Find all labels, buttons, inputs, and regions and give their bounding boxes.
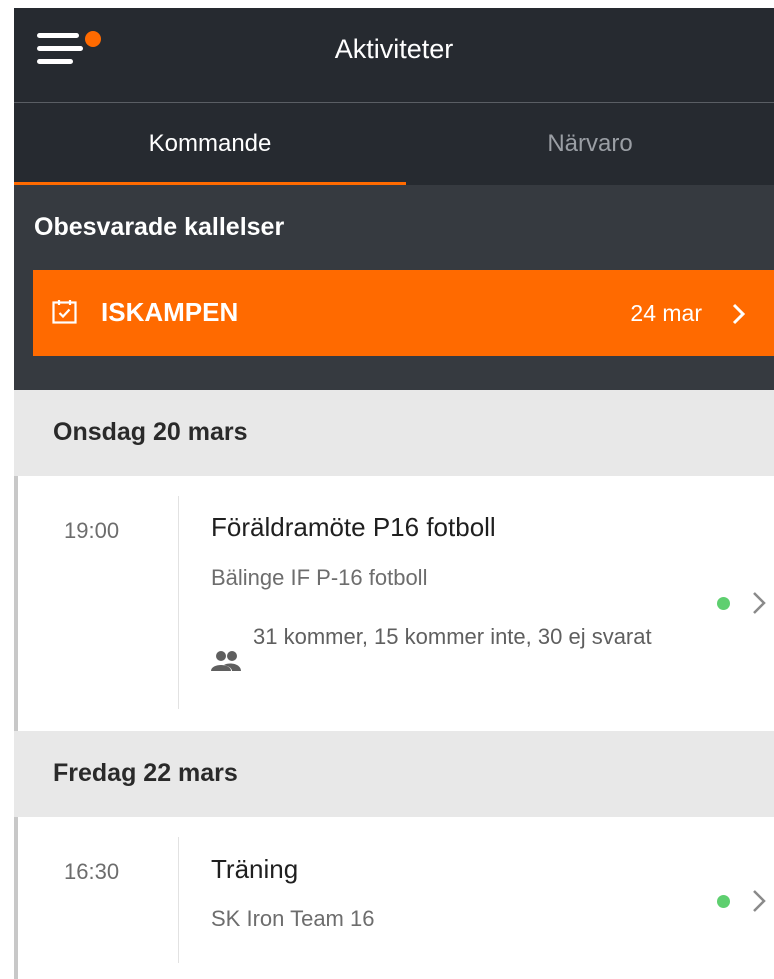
day-header: Fredag 22 mars: [14, 731, 774, 817]
event-row[interactable]: 16:30 Träning SK Iron Team 16: [14, 817, 774, 979]
event-time: 16:30: [64, 859, 120, 884]
invitation-card[interactable]: ISKAMPEN 24 mar: [33, 270, 774, 356]
status-dot: [717, 597, 730, 610]
event-divider: [178, 837, 179, 963]
invitation-date: 24 mar: [630, 300, 702, 326]
event-title: Föräldramöte P16 fotboll: [211, 512, 496, 542]
event-divider: [178, 496, 179, 709]
event-time: 19:00: [64, 518, 120, 543]
attendance-summary: 31 kommer, 15 kommer inte, 30 ej svarat: [253, 624, 652, 649]
event-team: Bälinge IF P-16 fotboll: [211, 565, 428, 590]
unanswered-invitations-section: Obesvarade kallelser ISKAMPEN 24 mar: [14, 185, 774, 390]
event-left-border: [14, 476, 18, 731]
chevron-right-icon: [753, 890, 766, 912]
tab-kommande[interactable]: Kommande: [14, 103, 406, 185]
tab-label: Närvaro: [547, 130, 633, 157]
tab-label: Kommande: [148, 130, 272, 157]
tab-narvaro[interactable]: Närvaro: [406, 103, 774, 185]
app-screen: Aktiviteter Kommande Närvaro Obesvarade …: [0, 0, 774, 979]
people-icon: [211, 651, 241, 671]
event-left-border: [14, 817, 18, 979]
tab-bar: Kommande Närvaro: [14, 103, 774, 185]
day-label: Onsdag 20 mars: [53, 418, 248, 446]
day-label: Fredag 22 mars: [53, 759, 238, 787]
section-title: Obesvarade kallelser: [34, 213, 285, 241]
calendar-check-icon: [52, 300, 77, 324]
invitation-title: ISKAMPEN: [101, 297, 239, 327]
page-title: Aktiviteter: [334, 34, 454, 64]
event-title: Träning: [211, 854, 299, 884]
day-header: Onsdag 20 mars: [14, 390, 774, 476]
chevron-right-icon: [753, 592, 766, 614]
status-dot: [717, 895, 730, 908]
event-team: SK Iron Team 16: [211, 906, 375, 931]
event-row[interactable]: 19:00 Föräldramöte P16 fotboll Bälinge I…: [14, 476, 774, 731]
chevron-right-icon: [732, 303, 746, 325]
